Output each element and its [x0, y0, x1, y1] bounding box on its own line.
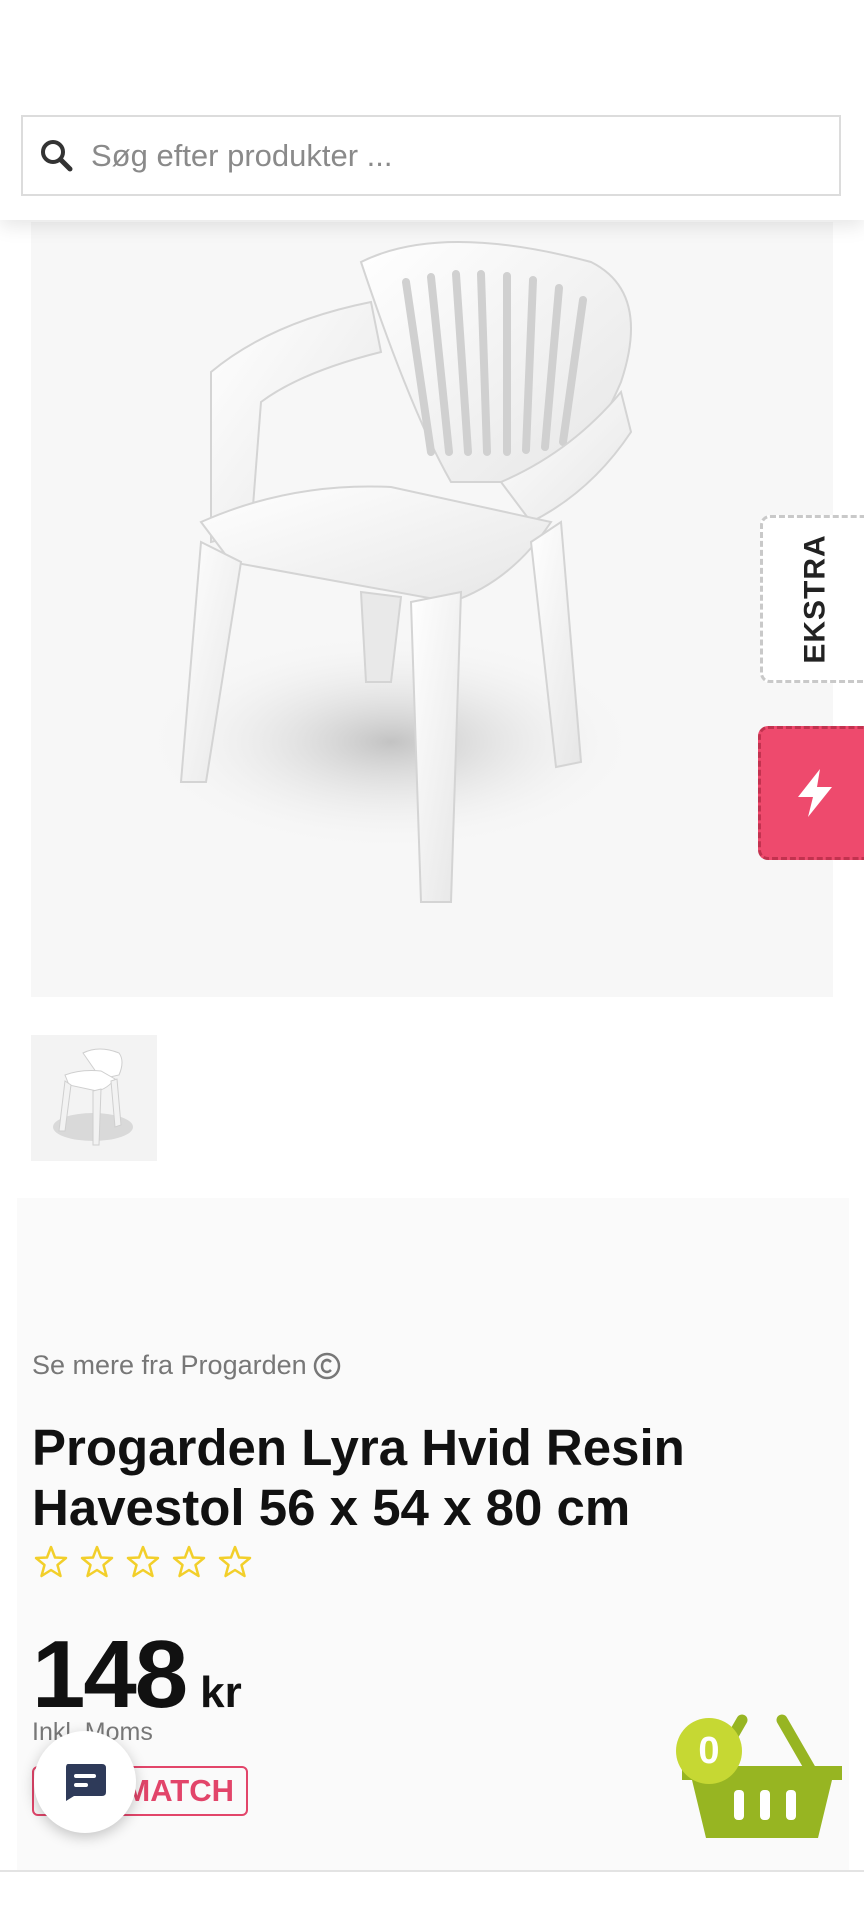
- cart-button[interactable]: 0: [672, 1710, 852, 1845]
- search-input[interactable]: Søg efter produkter ...: [21, 115, 841, 196]
- star-icon: [172, 1545, 206, 1578]
- cart-count: 0: [676, 1718, 742, 1784]
- rating-stars[interactable]: [34, 1545, 252, 1579]
- flash-tab[interactable]: [758, 726, 864, 860]
- product-title: Progarden Lyra Hvid Resin Havestol 56 x …: [32, 1419, 685, 1536]
- star-icon: [126, 1545, 160, 1578]
- ekstra-tab[interactable]: EKSTRA: [760, 515, 864, 683]
- search-placeholder: Søg efter produkter ...: [91, 137, 393, 173]
- header: Søg efter produkter ...: [0, 0, 864, 220]
- search-icon: [41, 139, 73, 171]
- price-match-label: MATCH: [124, 1773, 234, 1808]
- star-icon: [80, 1545, 114, 1578]
- chat-button[interactable]: [34, 1731, 136, 1833]
- ekstra-label: EKSTRA: [798, 534, 832, 664]
- price-value: 148: [32, 1621, 188, 1728]
- product-image[interactable]: [31, 222, 833, 997]
- chair-thumbnail: [53, 1048, 133, 1146]
- copyright-icon: [313, 1352, 340, 1379]
- product-price: 148 kr: [32, 1620, 242, 1730]
- price-currency: kr: [200, 1668, 242, 1717]
- thumbnail-image[interactable]: [31, 1035, 157, 1161]
- divider: [0, 1870, 864, 1872]
- lightning-icon: [797, 769, 832, 817]
- brand-link[interactable]: Se mere fra Progarden: [32, 1350, 341, 1381]
- chair-image: [141, 241, 641, 903]
- star-icon: [218, 1545, 252, 1578]
- chat-icon: [66, 1764, 106, 1801]
- star-icon: [34, 1545, 68, 1578]
- brand-link-label: Se mere fra Progarden: [32, 1350, 307, 1380]
